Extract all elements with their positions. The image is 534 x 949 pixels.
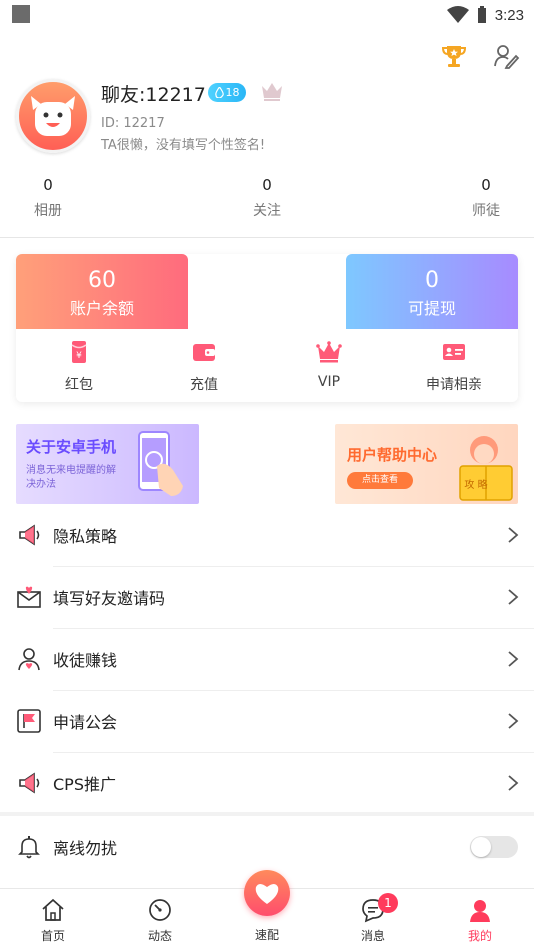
menu-invite-code[interactable]: 填写好友邀请码 (0, 566, 534, 628)
menu-cps[interactable]: CPS推广 (0, 752, 534, 814)
svg-text:¥: ¥ (76, 351, 82, 361)
avatar[interactable] (16, 79, 90, 153)
menu-label: 填写好友邀请码 (53, 589, 166, 608)
phone-illustration (138, 431, 183, 496)
wifi-icon (446, 6, 469, 23)
tab-label: 消息 (360, 929, 385, 943)
stat-mentor[interactable]: 0 师徒 (446, 176, 526, 220)
menu-label: CPS推广 (53, 775, 116, 794)
level-value: 18 (225, 86, 240, 99)
crown-icon (316, 341, 342, 363)
top-actions (440, 42, 520, 70)
tab-label: 首页 (40, 929, 65, 943)
megaphone-icon (19, 772, 40, 794)
wallet-icon (193, 344, 215, 361)
balance-label: 账户余额 (69, 299, 134, 318)
heart-icon (255, 884, 279, 904)
vip-button[interactable]: VIP (279, 339, 379, 390)
message-badge: 1 (378, 893, 398, 913)
android-tips-banner[interactable]: 关于安卓手机 消息无来电提醒的解决办法 (16, 424, 199, 504)
tab-mine[interactable]: 我的 (445, 897, 515, 944)
stat-value: 0 (481, 176, 491, 194)
withdraw-card[interactable]: 0 可提现 (346, 254, 518, 329)
menu-privacy[interactable]: 隐私策略 (0, 504, 534, 566)
tab-label: 我的 (467, 929, 492, 943)
view-button[interactable]: 点击查看 (347, 472, 413, 489)
help-center-banner[interactable]: 用户帮助中心 点击查看 攻 略 (335, 424, 518, 504)
megaphone-icon (19, 524, 40, 546)
reading-girl-illustration (459, 436, 513, 501)
toggle-knob (471, 837, 491, 857)
status-right: 3:23 (446, 4, 524, 26)
stat-label: 相册 (34, 203, 62, 219)
chevron-right-icon (508, 651, 519, 667)
tab-label: 动态 (147, 929, 172, 943)
menu-label: 隐私策略 (53, 527, 118, 546)
divider (0, 237, 534, 238)
tab-home[interactable]: 首页 (18, 897, 88, 944)
signature: TA很懒，没有填写个性签名! (101, 138, 266, 153)
envelope-heart-icon (17, 586, 41, 608)
drop-icon (214, 87, 224, 98)
wallet-card: 60 账户余额 0 可提现 ¥ 红包 充值 VIP 申请相亲 (16, 254, 518, 402)
menu-do-not-disturb: 离线勿扰 (0, 816, 534, 878)
action-label: 充值 (190, 377, 218, 393)
banner-title: 关于安卓手机 (26, 438, 117, 456)
banner-title: 用户帮助中心 (347, 446, 438, 464)
status-time: 3:23 (494, 6, 524, 24)
menu-label: 收徒赚钱 (53, 651, 118, 670)
stat-value: 0 (262, 176, 272, 194)
red-envelope-button[interactable]: ¥ 红包 (29, 339, 129, 394)
vip-crown-icon (262, 83, 282, 101)
quick-match-button[interactable] (244, 870, 290, 916)
gauge-icon (149, 899, 171, 921)
stats-row: 0 相册 0 关注 0 师徒 (0, 176, 534, 226)
menu-guild[interactable]: 申请公会 (0, 690, 534, 752)
recharge-button[interactable]: 充值 (154, 339, 254, 394)
chevron-right-icon (508, 713, 519, 729)
battery-icon (477, 6, 486, 23)
nickname: 聊友:12217 (101, 84, 206, 106)
book-label: 攻 略 (464, 480, 488, 491)
edit-profile-icon[interactable] (492, 42, 520, 70)
withdraw-value: 0 (425, 268, 439, 293)
chevron-right-icon (508, 527, 519, 543)
user-id: ID: 12217 (101, 116, 165, 131)
dnd-toggle[interactable] (470, 836, 518, 858)
status-bar: 3:23 (0, 0, 534, 30)
menu-label: 申请公会 (53, 713, 118, 732)
banner-subtitle: 消息无来电提醒的解决办法 (26, 465, 116, 490)
tab-label: 速配 (254, 928, 279, 942)
stat-following[interactable]: 0 关注 (227, 176, 307, 220)
stat-album[interactable]: 0 相册 (8, 176, 88, 220)
chevron-right-icon (508, 589, 519, 605)
flag-icon (17, 709, 41, 733)
stat-label: 师徒 (472, 203, 500, 219)
action-label: 申请相亲 (426, 377, 482, 393)
balance-value: 60 (88, 268, 116, 293)
user-icon (470, 900, 490, 922)
user-heart-icon (18, 648, 40, 671)
stat-label: 关注 (253, 203, 281, 219)
level-badge: 18 (208, 83, 246, 102)
stat-value: 0 (43, 176, 53, 194)
home-icon (42, 898, 64, 921)
withdraw-label: 可提现 (407, 299, 456, 318)
bell-icon (18, 836, 40, 859)
apply-matchmaking-button[interactable]: 申请相亲 (404, 339, 504, 394)
notification-icon (12, 5, 30, 23)
action-label: VIP (317, 374, 341, 390)
red-envelope-icon: ¥ (71, 341, 87, 363)
id-card-icon (443, 344, 465, 360)
trophy-icon[interactable] (440, 42, 468, 70)
action-label: 红包 (65, 377, 93, 393)
menu-label: 离线勿扰 (53, 839, 118, 858)
chevron-right-icon (508, 775, 519, 791)
menu-apprentice[interactable]: 收徒赚钱 (0, 628, 534, 690)
tab-moments[interactable]: 动态 (125, 897, 195, 944)
balance-card[interactable]: 60 账户余额 (16, 254, 188, 329)
